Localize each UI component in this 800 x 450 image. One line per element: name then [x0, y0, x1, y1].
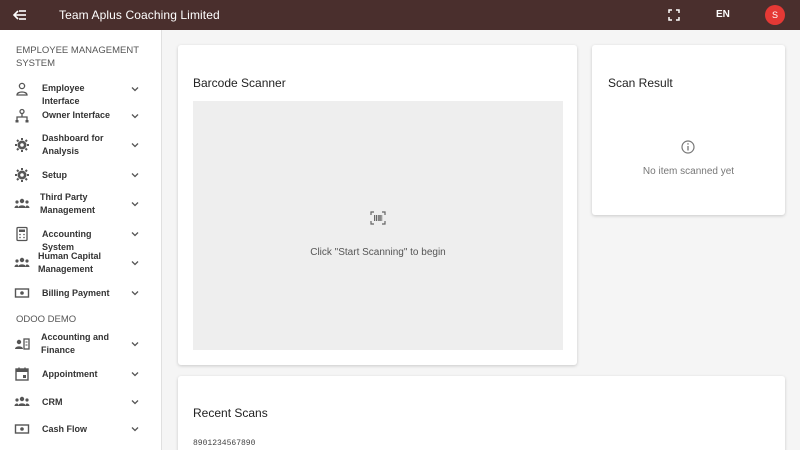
menu-collapse-icon: [13, 10, 26, 20]
scan-result-card: [592, 45, 785, 215]
people-icon: [14, 257, 30, 267]
cash-icon: [14, 288, 30, 298]
sidebar-section-title-employee-management: EMPLOYEE MANAGEMENT SYSTEM: [16, 45, 139, 69]
sidebar-item-label: Owner Interface: [42, 110, 111, 120]
sidebar-item-appointment[interactable]: Appointment: [0, 363, 161, 385]
recent-scans-title: Recent Scans: [193, 406, 268, 420]
chevron-down-icon: [131, 173, 139, 178]
sidebar-item-label: Cash Flow: [42, 424, 88, 434]
chevron-down-icon: [131, 427, 139, 432]
language-selector[interactable]: EN: [716, 9, 730, 20]
chevron-down-icon: [131, 114, 139, 119]
gear-icon: [15, 168, 29, 182]
calendar-icon: [15, 367, 29, 381]
sidebar-item-label: Setup: [42, 170, 68, 180]
gear-icon: [15, 138, 29, 152]
sidebar-item-owner-interface[interactable]: Owner Interface: [0, 105, 161, 127]
org-chart-icon: [15, 108, 29, 123]
chevron-down-icon: [131, 261, 139, 266]
chevron-down-icon: [131, 291, 139, 296]
sidebar-item-dashboard-for-analysis[interactable]: Dashboard for Analysis: [0, 130, 161, 160]
chevron-down-icon: [131, 87, 139, 92]
sidebar-item-human-capital-management[interactable]: Human Capital Management: [0, 248, 161, 278]
barcode-scanner-title: Barcode Scanner: [193, 76, 286, 90]
barcode-scan-icon: [370, 211, 386, 225]
scan-hint-text: Click "Start Scanning" to begin: [310, 247, 446, 258]
sidebar-item-employee-interface[interactable]: Employee Interface: [0, 78, 161, 106]
people-icon: [14, 198, 30, 208]
chevron-down-icon: [131, 232, 139, 237]
recent-scan-item[interactable]: 8901234567890: [193, 439, 255, 448]
chevron-down-icon: [131, 202, 139, 207]
sidebar: EMPLOYEE MANAGEMENT SYSTEM Employee Inte…: [0, 30, 162, 450]
sidebar-item-label: CRM: [42, 397, 63, 407]
sidebar-section-title-odoo-demo: ODOO DEMO: [16, 314, 77, 325]
sidebar-item-third-party-management[interactable]: Third Party Management: [0, 189, 161, 219]
sidebar-item-label: Dashboard for Analysis: [42, 133, 104, 156]
calculator-icon: [16, 226, 28, 242]
app-title: Team Aplus Coaching Limited: [59, 8, 220, 22]
sidebar-item-label: Accounting and Finance: [41, 332, 109, 355]
user-avatar[interactable]: S: [765, 5, 785, 25]
sidebar-item-accounting-system[interactable]: Accounting System: [0, 223, 161, 252]
fullscreen-icon[interactable]: [666, 7, 682, 23]
scanner-viewport[interactable]: Click "Start Scanning" to begin: [193, 101, 563, 350]
chevron-down-icon: [131, 143, 139, 148]
top-app-bar: Team Aplus Coaching Limited EN S: [0, 0, 800, 30]
chevron-down-icon: [131, 372, 139, 377]
sidebar-item-label: Human Capital Management: [38, 251, 102, 274]
sidebar-item-cash-flow[interactable]: Cash Flow: [0, 418, 161, 440]
sidebar-item-billing-payment[interactable]: Billing Payment: [0, 282, 161, 304]
scan-result-empty-text: No item scanned yet: [642, 166, 735, 177]
chevron-down-icon: [131, 342, 139, 347]
people-icon: [14, 396, 30, 406]
sidebar-item-label: Appointment: [42, 369, 98, 379]
menu-collapse-button[interactable]: [0, 0, 40, 30]
sidebar-item-label: Third Party Management: [40, 192, 96, 215]
info-icon: [681, 140, 695, 154]
sidebar-item-crm[interactable]: CRM: [0, 391, 161, 413]
sidebar-item-setup[interactable]: Setup: [0, 164, 161, 186]
sidebar-item-accounting-and-finance[interactable]: Accounting and Finance: [0, 329, 161, 359]
sidebar-item-label: Billing Payment: [42, 288, 110, 298]
person-icon: [16, 82, 28, 96]
cash-icon: [14, 424, 30, 434]
account-box-icon: [15, 338, 30, 350]
scan-result-title: Scan Result: [608, 76, 673, 90]
chevron-down-icon: [131, 400, 139, 405]
avatar-initial: S: [771, 10, 778, 20]
recent-scans-card: [178, 376, 785, 450]
